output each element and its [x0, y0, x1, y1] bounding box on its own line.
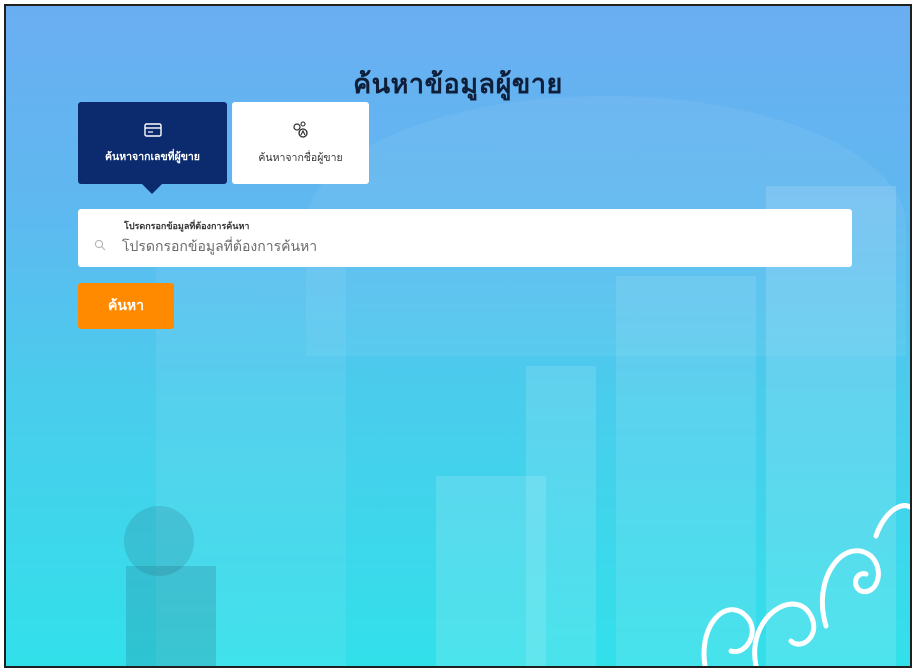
tab-search-by-seller-id[interactable]: ค้นหาจากเลขที่ผู้ขาย [78, 102, 227, 194]
search-field-label: โปรดกรอกข้อมูลที่ต้องการค้นหา [124, 222, 250, 232]
watermark-graphic [701, 503, 910, 666]
search-icon [94, 239, 106, 251]
tab-search-by-seller-name[interactable]: ค้นหาจากชื่อผู้ขาย [232, 102, 369, 184]
card-icon [143, 123, 162, 137]
search-field-container: โปรดกรอกข้อมูลที่ต้องการค้นหา [78, 209, 852, 267]
background-wall [436, 476, 546, 666]
people-search-icon [292, 121, 308, 138]
tab-label: ค้นหาจากเลขที่ผู้ขาย [105, 151, 200, 163]
search-button[interactable]: ค้นหา [78, 283, 174, 329]
background-planter [126, 566, 216, 666]
search-input[interactable] [122, 235, 822, 259]
page-title: ค้นหาข้อมูลผู้ขาย [353, 69, 563, 100]
app-window: ค้นหาข้อมูลผู้ขาย ค้นหาจากเลขที่ผู้ขาย ค… [4, 4, 912, 668]
tab-label: ค้นหาจากชื่อผู้ขาย [258, 152, 343, 164]
